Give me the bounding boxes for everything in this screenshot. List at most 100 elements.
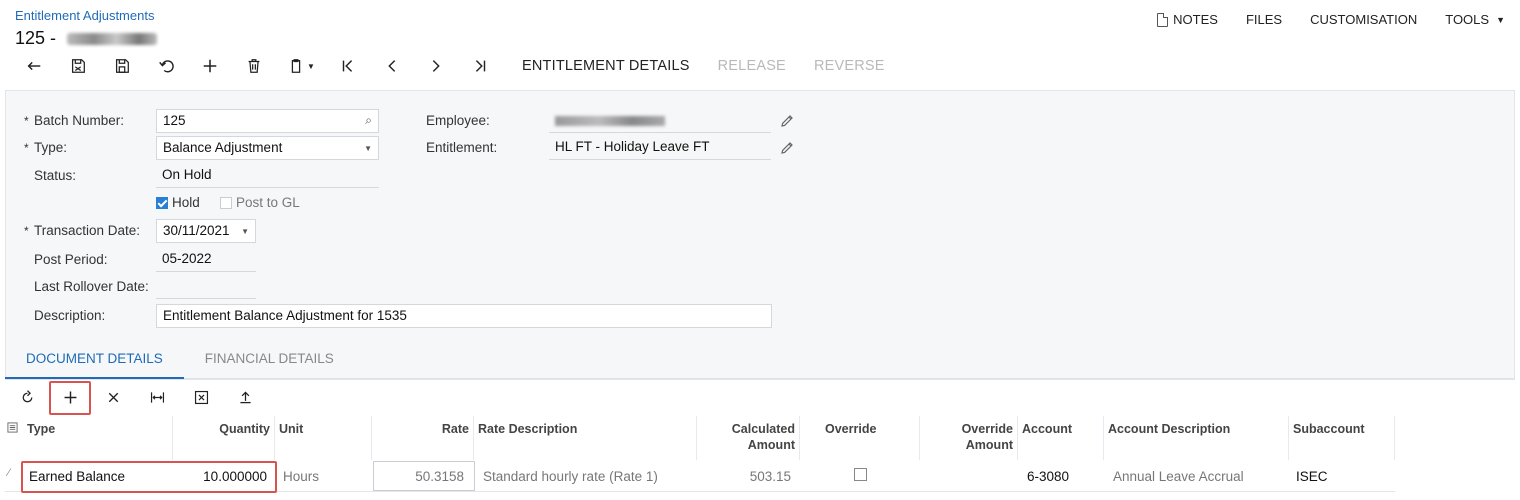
tools-menu-button[interactable]: TOOLS ▼	[1445, 12, 1505, 27]
tab-document-details[interactable]: DOCUMENT DETAILS	[5, 345, 184, 379]
column-header-rate[interactable]: Rate	[372, 416, 474, 460]
hold-checkbox[interactable]: Hold	[156, 195, 200, 210]
checkbox-checked-icon	[156, 196, 168, 209]
save-and-close-button[interactable]	[56, 52, 100, 80]
transaction-date-field[interactable]: 30/11/2021 ▼	[156, 219, 256, 243]
clipboard-icon	[291, 59, 301, 73]
files-button[interactable]: FILES	[1246, 12, 1282, 27]
cell-unit[interactable]: Hours	[277, 461, 372, 491]
cell-type[interactable]: Earned Balance	[23, 461, 173, 491]
pencil-icon[interactable]	[779, 140, 795, 156]
cell-rate-description[interactable]: Standard hourly rate (Rate 1)	[477, 461, 697, 491]
undo-icon	[159, 60, 174, 73]
back-button[interactable]	[12, 52, 56, 80]
transaction-date-label: Transaction Date:	[24, 223, 140, 238]
entitlement-field[interactable]: HL FT - Holiday Leave FT	[549, 136, 771, 160]
pencil-icon[interactable]	[779, 113, 795, 129]
refresh-button[interactable]	[5, 383, 49, 413]
column-header-subaccount[interactable]: Subaccount	[1289, 416, 1395, 460]
add-row-button[interactable]	[49, 380, 91, 415]
page-title-text: 125 -	[15, 28, 62, 48]
delete-row-button[interactable]	[91, 383, 135, 413]
upload-icon	[239, 391, 251, 404]
undo-button[interactable]	[144, 52, 188, 80]
top-menu: NOTES FILES CUSTOMISATION TOOLS ▼	[1157, 12, 1505, 27]
cell-override-checkbox[interactable]	[848, 461, 878, 491]
cell-override-amount[interactable]	[920, 461, 1018, 491]
upload-button[interactable]	[223, 383, 267, 413]
checkbox-unchecked-icon	[854, 468, 867, 481]
column-header-override-amount[interactable]: Override Amount	[920, 416, 1018, 460]
caret-down-icon: ▼	[307, 61, 315, 71]
save-button[interactable]	[100, 52, 144, 80]
type-value: Balance Adjustment	[163, 140, 283, 155]
grid-toolbar	[5, 380, 1515, 415]
caret-down-icon: ▼	[1496, 14, 1505, 25]
copy-paste-button[interactable]: ▼	[276, 52, 326, 80]
entitlement-value: HL FT - Holiday Leave FT	[555, 139, 710, 154]
next-record-button[interactable]	[414, 52, 458, 80]
add-button[interactable]	[188, 52, 232, 80]
description-field[interactable]: Entitlement Balance Adjustment for 1535	[156, 304, 772, 328]
previous-record-button[interactable]	[370, 52, 414, 80]
page-title: 125 -	[15, 28, 158, 49]
column-header-account-description[interactable]: Account Description	[1104, 416, 1289, 460]
column-header-override[interactable]: Override	[800, 416, 920, 460]
hold-label: Hold	[172, 195, 200, 210]
notes-button[interactable]: NOTES	[1157, 12, 1218, 27]
close-icon	[108, 392, 118, 403]
fit-columns-button[interactable]	[135, 383, 179, 413]
search-icon: ⌕	[365, 113, 372, 127]
cell-calculated-amount[interactable]: 503.15	[697, 461, 797, 491]
chevron-right-icon	[432, 60, 440, 72]
grid-menu-icon[interactable]	[5, 416, 23, 460]
fit-width-icon	[150, 392, 164, 403]
tab-bar: DOCUMENT DETAILS FINANCIAL DETAILS	[5, 345, 1515, 379]
customisation-button[interactable]: CUSTOMISATION	[1310, 12, 1417, 27]
release-button[interactable]: RELEASE	[718, 58, 786, 74]
cell-subaccount[interactable]: ISEC	[1290, 461, 1395, 491]
last-record-button[interactable]	[458, 52, 502, 80]
post-to-gl-label: Post to GL	[236, 195, 300, 210]
last-rollover-date-label: Last Rollover Date:	[34, 279, 149, 294]
cell-rate[interactable]: 50.3158	[372, 461, 470, 491]
post-period-value: 05-2022	[162, 251, 212, 266]
refresh-icon	[22, 390, 32, 403]
post-to-gl-checkbox[interactable]: Post to GL	[220, 195, 300, 210]
cell-account[interactable]: 6-3080	[1021, 461, 1104, 491]
column-header-account[interactable]: Account	[1018, 416, 1104, 460]
cell-account-description[interactable]: Annual Leave Accrual	[1107, 461, 1289, 491]
reverse-button[interactable]: REVERSE	[814, 58, 885, 74]
column-header-unit[interactable]: Unit	[275, 416, 372, 460]
plus-icon	[203, 59, 217, 73]
post-period-field[interactable]: 05-2022	[156, 248, 256, 272]
entitlement-details-button[interactable]: ENTITLEMENT DETAILS	[522, 58, 690, 74]
column-header-calculated-amount[interactable]: Calculated Amount	[697, 416, 800, 460]
column-header-quantity[interactable]: Quantity	[173, 416, 275, 460]
checkbox-unchecked-icon	[220, 196, 232, 209]
plus-icon	[64, 391, 76, 404]
column-header-calculated-amount-line2: Amount	[747, 438, 795, 452]
chevron-left-icon	[388, 60, 396, 72]
transaction-date-value: 30/11/2021	[163, 223, 230, 238]
column-header-override-amount-line2: Amount	[965, 438, 1013, 452]
delete-button[interactable]	[232, 52, 276, 80]
type-select[interactable]: Balance Adjustment ▼	[156, 136, 379, 160]
batch-number-field[interactable]: 125 ⌕	[156, 109, 379, 133]
batch-number-label: Batch Number:	[24, 113, 124, 128]
column-header-rate-description[interactable]: Rate Description	[474, 416, 697, 460]
cell-quantity[interactable]: 10.000000	[173, 461, 273, 491]
save-close-icon	[71, 59, 85, 73]
breadcrumb[interactable]: Entitlement Adjustments	[15, 8, 154, 23]
tab-financial-details[interactable]: FINANCIAL DETAILS	[184, 345, 355, 378]
column-header-type[interactable]: Type	[23, 416, 173, 460]
tools-label: TOOLS	[1445, 12, 1490, 27]
status-value: On Hold	[162, 167, 212, 182]
entitlement-label: Entitlement:	[426, 140, 498, 155]
export-excel-button[interactable]	[179, 383, 223, 413]
form-panel: Batch Number: 125 ⌕ Type: Balance Adjust…	[5, 90, 1515, 380]
main-toolbar: ▼ ENTITLEMENT DETAILS RELEASE REVERSE	[12, 52, 885, 80]
first-record-button[interactable]	[326, 52, 370, 80]
employee-field[interactable]	[549, 109, 771, 133]
caret-down-icon: ▼	[364, 144, 372, 153]
